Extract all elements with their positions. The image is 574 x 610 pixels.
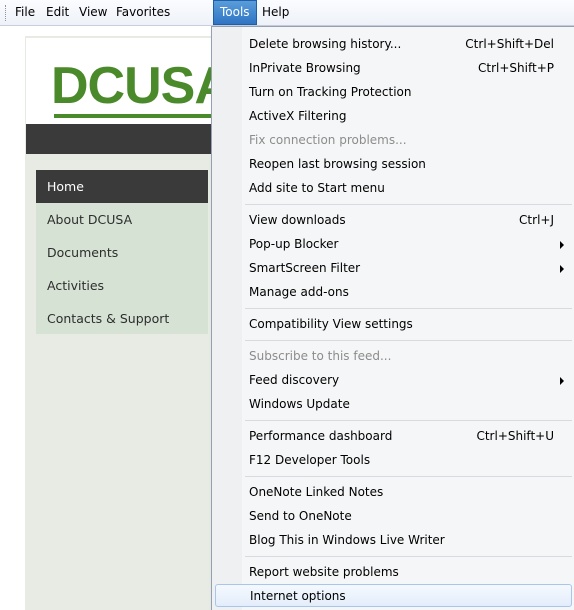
- tools-menu: Delete browsing history... Ctrl+Shift+De…: [211, 26, 574, 610]
- submenu-arrow-icon: [560, 377, 564, 385]
- menu-separator: [245, 476, 572, 477]
- menu-item-performance-dashboard[interactable]: Performance dashboard Ctrl+Shift+U: [215, 425, 572, 448]
- menu-item-label: Performance dashboard: [249, 429, 393, 443]
- submenu-arrow-icon: [560, 265, 564, 273]
- menu-item-add-to-start[interactable]: Add site to Start menu: [215, 177, 572, 200]
- menu-item-label: Manage add-ons: [249, 285, 349, 299]
- menu-separator: [245, 308, 572, 309]
- nav-about[interactable]: About DCUSA: [36, 203, 208, 236]
- menu-item-fix-connection: Fix connection problems...: [215, 129, 572, 152]
- menu-separator: [245, 340, 572, 341]
- menu-item-shortcut: Ctrl+J: [519, 213, 554, 227]
- menu-item-onenote-linked[interactable]: OneNote Linked Notes: [215, 481, 572, 504]
- menu-item-view-downloads[interactable]: View downloads Ctrl+J: [215, 209, 572, 232]
- nav-home[interactable]: Home: [36, 170, 208, 203]
- menu-item-shortcut: Ctrl+Shift+P: [478, 61, 554, 75]
- menu-item-label: Subscribe to this feed...: [249, 349, 392, 363]
- menu-item-label: Send to OneNote: [249, 509, 352, 523]
- menu-item-inprivate[interactable]: InPrivate Browsing Ctrl+Shift+P: [215, 57, 572, 80]
- menu-item-label: Fix connection problems...: [249, 133, 407, 147]
- menu-item-tracking-protection[interactable]: Turn on Tracking Protection: [215, 81, 572, 104]
- menu-item-manage-addons[interactable]: Manage add-ons: [215, 281, 572, 304]
- menu-item-shortcut: Ctrl+Shift+Del: [465, 37, 554, 51]
- menu-favorites[interactable]: Favorites: [110, 0, 176, 25]
- menu-help[interactable]: Help: [256, 0, 295, 25]
- menu-item-internet-options[interactable]: Internet options: [215, 584, 572, 607]
- menu-item-label: Report website problems: [249, 565, 399, 579]
- menubar-grip: [5, 5, 8, 21]
- menu-item-smartscreen[interactable]: SmartScreen Filter: [215, 257, 572, 280]
- menu-item-label: ActiveX Filtering: [249, 109, 347, 123]
- menu-item-label: Add site to Start menu: [249, 181, 385, 195]
- menu-item-send-to-onenote[interactable]: Send to OneNote: [215, 505, 572, 528]
- menu-item-label: Delete browsing history...: [249, 37, 402, 51]
- menu-item-label: Internet options: [250, 589, 346, 603]
- menu-item-f12-tools[interactable]: F12 Developer Tools: [215, 449, 572, 472]
- menu-separator: [245, 420, 572, 421]
- menu-item-label: Windows Update: [249, 397, 350, 411]
- menu-separator: [245, 204, 572, 205]
- menu-item-label: InPrivate Browsing: [249, 61, 361, 75]
- menu-item-subscribe-feed: Subscribe to this feed...: [215, 345, 572, 368]
- menu-bar: File Edit View Favorites Tools Help: [0, 0, 574, 26]
- menu-item-windows-update[interactable]: Windows Update: [215, 393, 572, 416]
- site-logo[interactable]: DCUSA: [51, 56, 216, 116]
- menu-separator: [245, 556, 572, 557]
- menu-item-activex-filtering[interactable]: ActiveX Filtering: [215, 105, 572, 128]
- nav-activities[interactable]: Activities: [36, 269, 208, 302]
- menu-item-popup-blocker[interactable]: Pop-up Blocker: [215, 233, 572, 256]
- menu-item-label: Turn on Tracking Protection: [249, 85, 412, 99]
- menu-item-reopen-session[interactable]: Reopen last browsing session: [215, 153, 572, 176]
- menu-item-label: SmartScreen Filter: [249, 261, 361, 275]
- menu-item-blog-this[interactable]: Blog This in Windows Live Writer: [215, 529, 572, 552]
- menu-file[interactable]: File: [9, 0, 41, 25]
- menu-view[interactable]: View: [73, 0, 113, 25]
- nav-contacts[interactable]: Contacts & Support: [36, 302, 208, 335]
- submenu-arrow-icon: [560, 241, 564, 249]
- site-nav: Home About DCUSA Documents Activities Co…: [36, 170, 208, 334]
- menu-tools[interactable]: Tools: [213, 0, 257, 25]
- menu-item-compat-view[interactable]: Compatibility View settings: [215, 313, 572, 336]
- menu-item-label: OneNote Linked Notes: [249, 485, 384, 499]
- menu-item-shortcut: Ctrl+Shift+U: [476, 429, 554, 443]
- site-header: DCUSA: [26, 38, 216, 124]
- menu-item-label: F12 Developer Tools: [249, 453, 371, 467]
- menu-item-label: Reopen last browsing session: [249, 157, 426, 171]
- menu-item-label: Blog This in Windows Live Writer: [249, 533, 445, 547]
- logo-underline: [54, 114, 216, 118]
- nav-documents[interactable]: Documents: [36, 236, 208, 269]
- menu-item-label: View downloads: [249, 213, 346, 227]
- menu-item-label: Compatibility View settings: [249, 317, 413, 331]
- menu-edit[interactable]: Edit: [40, 0, 75, 25]
- menu-item-feed-discovery[interactable]: Feed discovery: [215, 369, 572, 392]
- menu-item-label: Pop-up Blocker: [249, 237, 339, 251]
- menu-item-delete-history[interactable]: Delete browsing history... Ctrl+Shift+De…: [215, 33, 572, 56]
- menu-item-report-problems[interactable]: Report website problems: [215, 561, 572, 584]
- menu-item-label: Feed discovery: [249, 373, 340, 387]
- site-top-bar: [26, 124, 216, 154]
